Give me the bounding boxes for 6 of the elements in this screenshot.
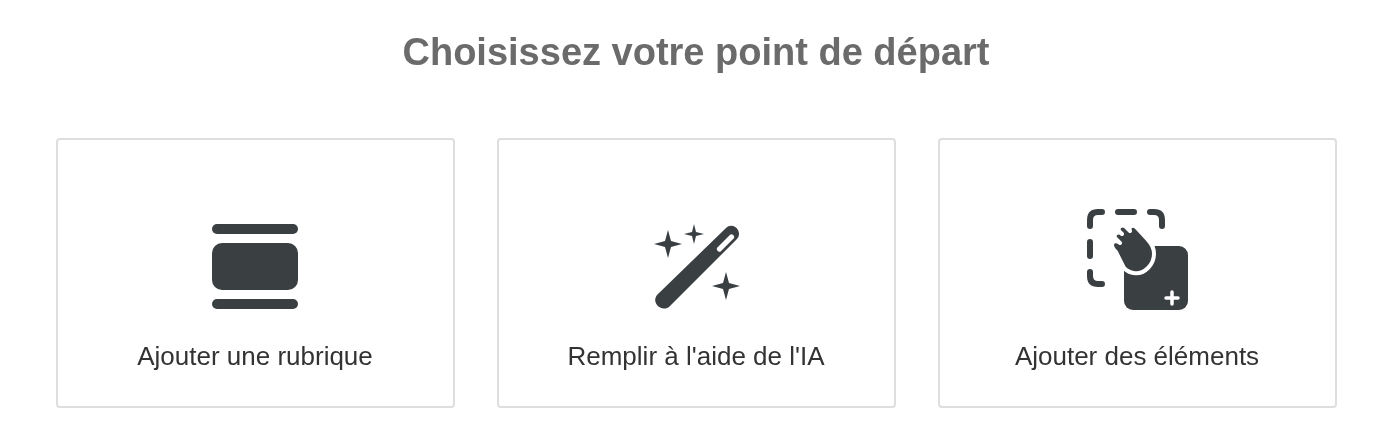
section-layout-icon [212, 224, 298, 310]
hand-drop-icon [1086, 208, 1188, 310]
start-option-card[interactable]: Remplir à l'aide de l'IA [496, 138, 896, 408]
page-heading: Choisissez votre point de départ [402, 30, 990, 75]
start-option-card[interactable]: Ajouter des éléments [937, 138, 1337, 408]
start-option-card[interactable]: Ajouter une rubrique [55, 138, 455, 408]
